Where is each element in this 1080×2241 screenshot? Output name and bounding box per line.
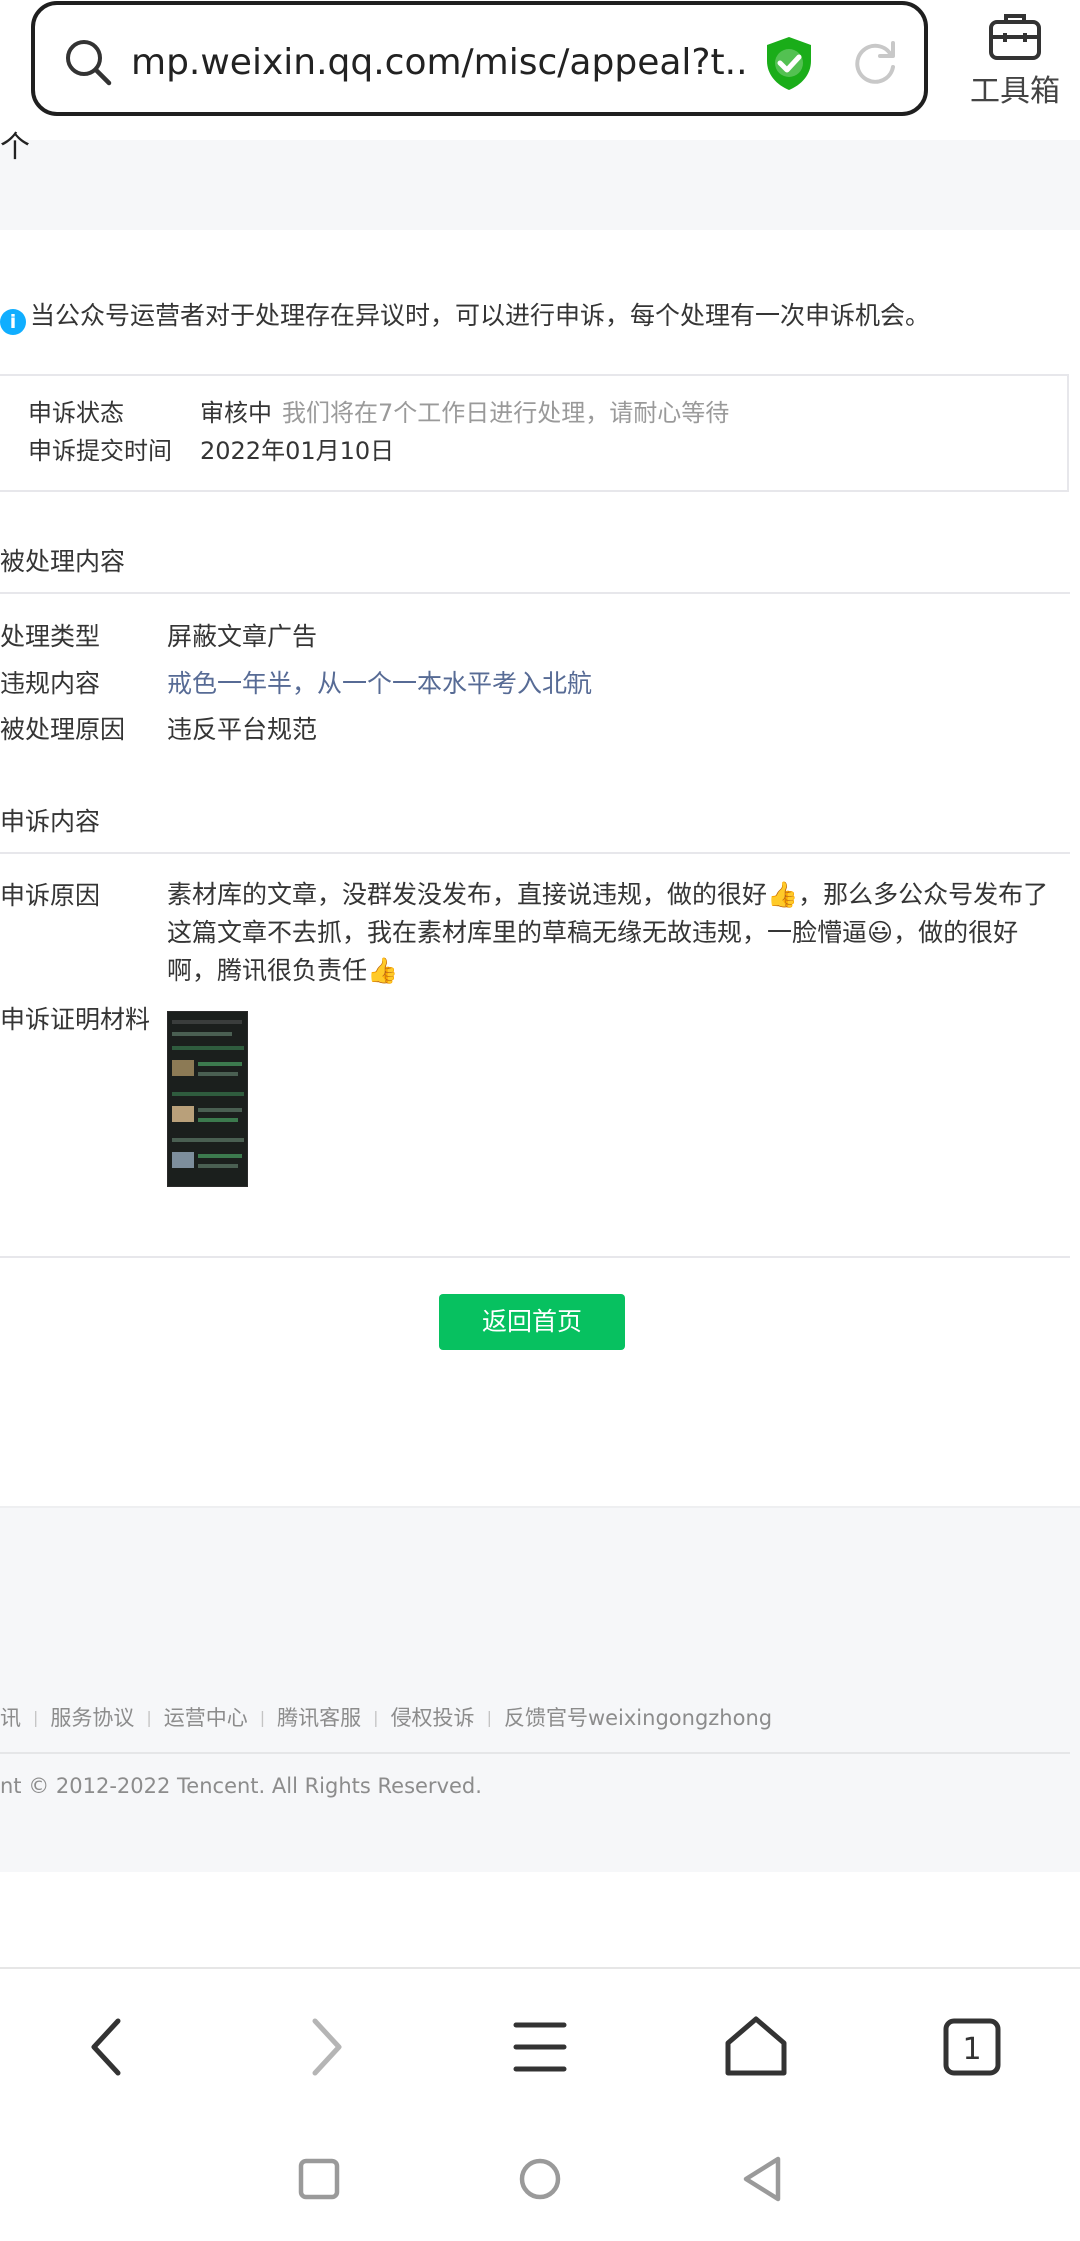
section-divider bbox=[0, 852, 1070, 854]
status-tip: 我们将在7个工作日进行处理，请耐心等待 bbox=[282, 399, 730, 427]
toolbox-label: 工具箱 bbox=[970, 74, 1060, 109]
browser-top-bar: mp.weixin.qq.com/misc/appeal?t... 工具箱 bbox=[0, 0, 1080, 140]
appeal-notice: i 当公众号运营者对于处理存在异议时，可以进行申诉，每个处理有一次申诉机会。 bbox=[0, 296, 930, 336]
system-home-icon[interactable] bbox=[500, 2139, 580, 2219]
footer-divider bbox=[0, 1752, 1070, 1754]
status-row: 申诉状态 审核中 我们将在7个工作日进行处理，请耐心等待 bbox=[28, 396, 729, 430]
browser-bottom-nav: 1 bbox=[0, 1969, 1080, 2119]
forward-icon[interactable] bbox=[285, 2007, 365, 2087]
process-reason-label: 被处理原因 bbox=[0, 715, 126, 744]
appeal-reason-label: 申诉原因 bbox=[0, 881, 101, 910]
violation-content-label: 违规内容 bbox=[0, 669, 101, 698]
violation-content-link[interactable]: 戒色一年半，从一个一本水平考入北航 bbox=[167, 666, 592, 702]
section-divider bbox=[0, 592, 1070, 594]
screen: mp.weixin.qq.com/misc/appeal?t... 工具箱 个 … bbox=[0, 0, 1080, 2241]
info-icon: i bbox=[0, 309, 26, 335]
address-bar[interactable]: mp.weixin.qq.com/misc/appeal?t... bbox=[31, 1, 928, 116]
tab-count: 1 bbox=[962, 2032, 981, 2067]
footer bbox=[0, 1508, 1080, 1872]
copyright: nt © 2012-2022 Tencent. All Rights Reser… bbox=[0, 1774, 482, 1798]
tabs-icon[interactable]: 1 bbox=[932, 2007, 1012, 2087]
menu-icon[interactable] bbox=[500, 2007, 580, 2087]
content-bottom-divider bbox=[0, 1256, 1070, 1258]
refresh-icon[interactable] bbox=[847, 35, 903, 91]
recent-apps-icon[interactable] bbox=[279, 2139, 359, 2219]
footer-link-customer-service[interactable]: 腾讯客服 bbox=[277, 1706, 361, 1730]
system-back-icon[interactable] bbox=[722, 2139, 802, 2219]
system-nav-bar bbox=[0, 2119, 1080, 2241]
home-icon[interactable] bbox=[716, 2007, 796, 2087]
footer-link-operation-center[interactable]: 运营中心 bbox=[164, 1706, 248, 1730]
processed-section-title: 被处理内容 bbox=[0, 547, 126, 576]
footer-link-infringement[interactable]: 侵权投诉 bbox=[391, 1706, 475, 1730]
back-icon[interactable] bbox=[68, 2007, 148, 2087]
appeal-reason-text: 素材库的文章，没群发没发布，直接说违规，做的很好👍，那么多公众号发布了这篇文章不… bbox=[167, 880, 1049, 985]
process-type-label: 处理类型 bbox=[0, 622, 101, 651]
submit-time-row: 申诉提交时间 2022年01月10日 bbox=[28, 434, 394, 468]
toolbox-icon bbox=[989, 14, 1041, 60]
return-home-button[interactable]: 返回首页 bbox=[439, 1294, 625, 1350]
footer-links: 讯 | 服务协议 | 运营中心 | 腾讯客服 | 侵权投诉 | 反馈官号weixingongzhon… bbox=[0, 1706, 773, 1730]
notice-text: 当公众号运营者对于处理存在异议时，可以进行申诉，每个处理有一次申诉机会。 bbox=[30, 301, 931, 330]
footer-link-feedback[interactable]: 反馈官号weixingongzhong bbox=[504, 1706, 772, 1730]
process-reason-value: 违反平台规范 bbox=[167, 715, 318, 744]
appeal-section-title: 申诉内容 bbox=[0, 807, 101, 836]
evidence-thumbnail[interactable] bbox=[167, 1011, 248, 1187]
evidence-label: 申诉证明材料 bbox=[0, 1005, 151, 1034]
process-type-value: 屏蔽文章广告 bbox=[167, 622, 318, 651]
submit-time-label: 申诉提交时间 bbox=[28, 437, 172, 465]
status-label: 申诉状态 bbox=[28, 399, 124, 427]
url-text[interactable]: mp.weixin.qq.com/misc/appeal?t... bbox=[131, 35, 751, 91]
search-icon bbox=[66, 40, 112, 86]
toolbox-button[interactable]: 工具箱 bbox=[955, 6, 1075, 116]
footer-link[interactable]: 讯 bbox=[0, 1706, 21, 1730]
security-shield-icon[interactable] bbox=[759, 33, 819, 93]
header-band bbox=[0, 140, 1080, 230]
footer-link-service-agreement[interactable]: 服务协议 bbox=[50, 1706, 134, 1730]
truncated-title: 个 bbox=[0, 130, 30, 165]
submit-time-value: 2022年01月10日 bbox=[200, 437, 395, 465]
status-value: 审核中 bbox=[200, 399, 272, 427]
appeal-status-box: 申诉状态 审核中 我们将在7个工作日进行处理，请耐心等待 申诉提交时间 2022年01… bbox=[0, 374, 1069, 492]
